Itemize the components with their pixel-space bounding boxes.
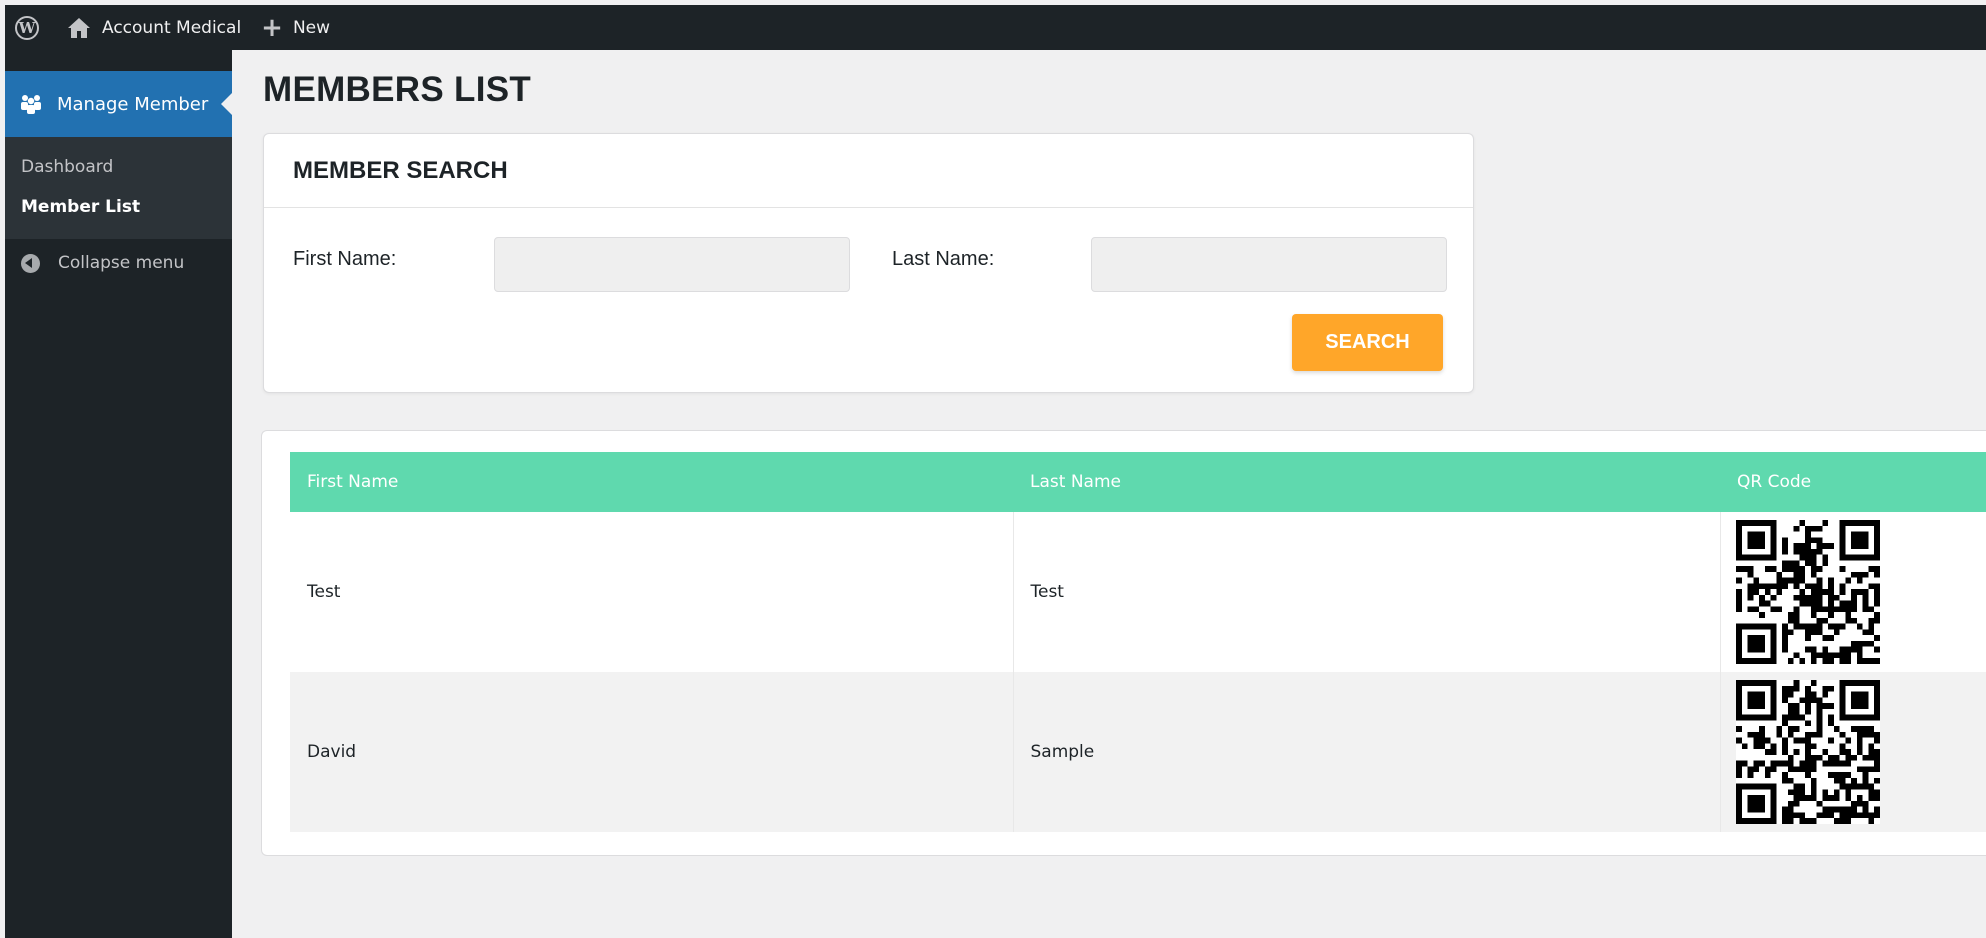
current-menu-arrow — [221, 92, 233, 116]
submenu: Dashboard Member List — [5, 137, 232, 239]
first-name-label: First Name: — [293, 248, 397, 270]
members-list-card: First Name Last Name QR Code Test Test D… — [261, 430, 1986, 856]
table-row: Test Test — [290, 512, 1986, 672]
collapse-menu-button[interactable]: Collapse menu — [5, 239, 232, 287]
search-button[interactable]: SEARCH — [1292, 314, 1443, 371]
qr-code-cell — [1719, 512, 1986, 672]
qr-code-cell — [1719, 672, 1986, 832]
qr-code-icon — [1735, 680, 1880, 824]
admin-sidebar: Manage Member Dashboard Member List Coll… — [5, 50, 233, 938]
search-card-heading: MEMBER SEARCH — [264, 134, 1473, 208]
submenu-item-dashboard[interactable]: Dashboard — [5, 147, 232, 187]
site-name-link[interactable]: Account Medical — [49, 5, 251, 50]
last-name-cell: Test — [1012, 512, 1720, 672]
column-header-first-name: First Name — [307, 472, 399, 492]
new-label: New — [292, 17, 331, 38]
first-name-cell: Test — [307, 582, 341, 602]
admin-bar: W Account Medical + New — [5, 5, 1986, 50]
column-header-qr-code: QR Code — [1737, 472, 1812, 492]
first-name-cell: David — [307, 742, 357, 762]
menu-item-label: Manage Member — [57, 93, 209, 115]
people-icon — [21, 95, 41, 114]
qr-code-icon — [1735, 520, 1880, 664]
last-name-input[interactable] — [1091, 237, 1447, 292]
page-title: MEMBERS LIST — [263, 70, 532, 109]
last-name-label: Last Name: — [892, 248, 995, 270]
site-name: Account Medical — [102, 17, 242, 38]
app-window: W Account Medical + New Manage Member Da… — [0, 0, 1986, 938]
plus-icon: + — [261, 12, 283, 43]
column-header-last-name: Last Name — [1030, 472, 1121, 492]
first-name-input[interactable] — [494, 237, 850, 292]
members-table: First Name Last Name QR Code Test Test D… — [290, 452, 1986, 832]
last-name-cell: Sample — [1012, 672, 1720, 832]
member-search-card: MEMBER SEARCH First Name: Last Name: SEA… — [263, 133, 1474, 393]
table-header-row: First Name Last Name QR Code — [290, 452, 1986, 512]
collapse-arrow-icon — [21, 253, 40, 273]
collapse-label: Collapse menu — [58, 253, 185, 273]
wordpress-menu[interactable]: W — [5, 5, 49, 50]
table-row: David Sample — [290, 672, 1986, 832]
new-content-link[interactable]: + New — [251, 5, 340, 50]
home-icon — [68, 17, 90, 38]
submenu-item-member-list[interactable]: Member List — [5, 187, 232, 227]
menu-item-manage-member[interactable]: Manage Member — [5, 71, 233, 137]
wordpress-logo-icon: W — [15, 15, 39, 40]
